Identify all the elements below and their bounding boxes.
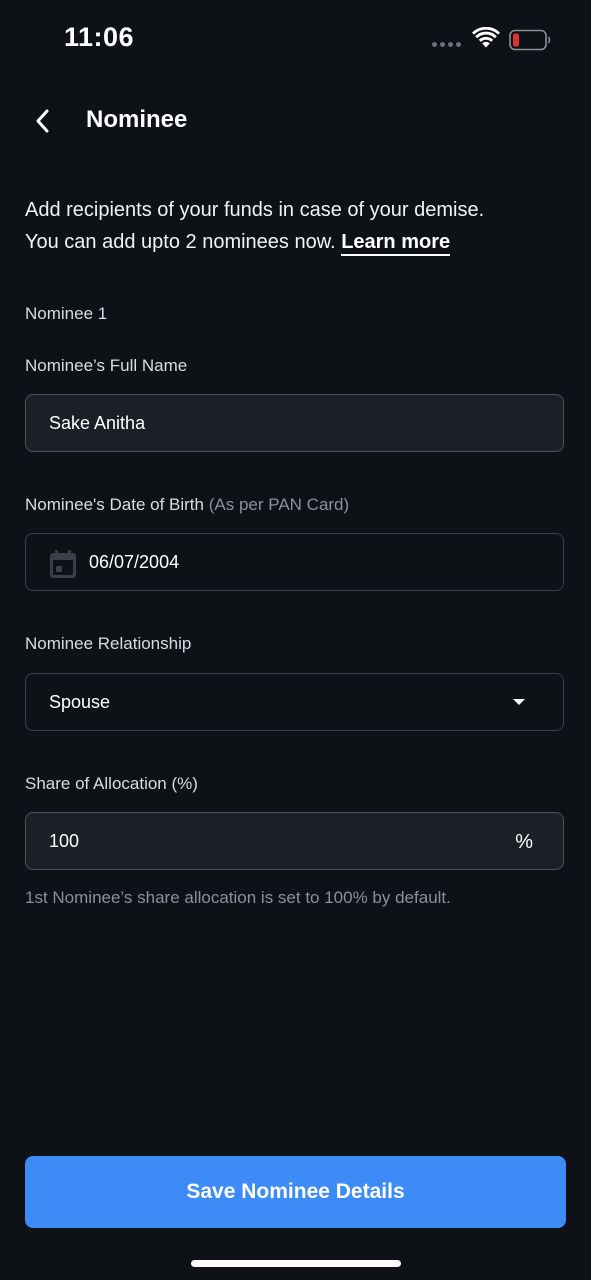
dob-label: Nominee's Date of Birth (As per PAN Card… <box>25 495 349 515</box>
nominee-section-heading: Nominee 1 <box>25 304 108 323</box>
dob-field[interactable]: 06/07/2004 <box>25 533 564 591</box>
relationship-value: Spouse <box>49 692 111 712</box>
dob-label-hint: (As per PAN Card) <box>208 495 350 514</box>
intro-line-2-text: You can add upto 2 nominees now. <box>25 231 336 253</box>
allocation-field[interactable]: 100 % <box>25 812 564 870</box>
percent-suffix: % <box>515 831 533 853</box>
relationship-dropdown[interactable]: Spouse <box>25 673 564 731</box>
back-button[interactable] <box>26 104 60 138</box>
header: Nominee <box>0 90 591 150</box>
status-bar: 11:06 <box>0 0 591 80</box>
home-indicator[interactable] <box>191 1260 401 1267</box>
learn-more-link[interactable]: Learn more <box>341 231 451 256</box>
page-title: Nominee <box>86 106 188 133</box>
allocation-label: Share of Allocation (%) <box>25 774 198 793</box>
chevron-left-icon <box>36 109 49 133</box>
dob-label-text: Nominee's Date of Birth <box>25 495 204 514</box>
battery-icon <box>509 29 551 51</box>
intro-text: Add recipients of your funds in case of … <box>25 194 570 258</box>
signal-icon <box>432 42 461 47</box>
allocation-value: 100 <box>49 831 80 851</box>
save-nominee-button[interactable]: Save Nominee Details <box>25 1156 566 1228</box>
allocation-helper-text: 1st Nominee’s share allocation is set to… <box>25 888 451 907</box>
caret-down-icon <box>513 699 525 705</box>
dob-value: 06/07/2004 <box>89 552 180 572</box>
full-name-value: Sake Anitha <box>49 413 146 433</box>
relationship-label: Nominee Relationship <box>25 634 192 653</box>
full-name-label: Nominee’s Full Name <box>25 356 188 375</box>
wifi-icon <box>472 27 500 48</box>
status-time: 11:06 <box>64 22 135 52</box>
intro-line-2: You can add upto 2 nominees now. Learn m… <box>25 226 570 258</box>
calendar-icon <box>50 550 76 578</box>
full-name-field[interactable]: Sake Anitha <box>25 394 564 452</box>
intro-line-1: Add recipients of your funds in case of … <box>25 199 485 221</box>
